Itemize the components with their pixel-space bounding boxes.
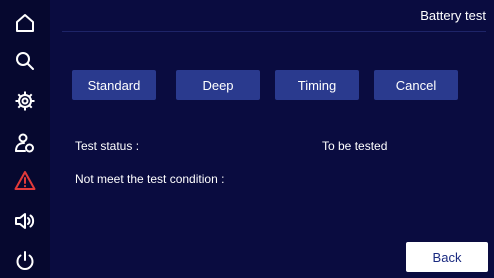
deep-button[interactable]: Deep xyxy=(176,70,260,100)
user-settings-icon[interactable] xyxy=(8,128,42,158)
title-divider xyxy=(62,31,486,32)
cancel-button[interactable]: Cancel xyxy=(374,70,458,100)
search-icon[interactable] xyxy=(8,46,42,76)
test-condition-label: Not meet the test condition : xyxy=(75,172,225,186)
back-button[interactable]: Back xyxy=(406,242,488,272)
timing-button[interactable]: Timing xyxy=(275,70,359,100)
main-panel: Battery test Standard Deep Timing Cancel… xyxy=(50,0,494,278)
page-title: Battery test xyxy=(420,8,486,23)
warning-icon[interactable] xyxy=(8,166,42,196)
standard-button[interactable]: Standard xyxy=(72,70,156,100)
test-status-value: To be tested xyxy=(322,139,388,153)
sidebar xyxy=(0,0,50,278)
test-status-label: Test status : xyxy=(75,139,140,153)
power-icon[interactable] xyxy=(8,246,42,276)
gear-icon[interactable] xyxy=(8,86,42,116)
home-icon[interactable] xyxy=(8,8,42,38)
speaker-icon[interactable] xyxy=(8,206,42,236)
